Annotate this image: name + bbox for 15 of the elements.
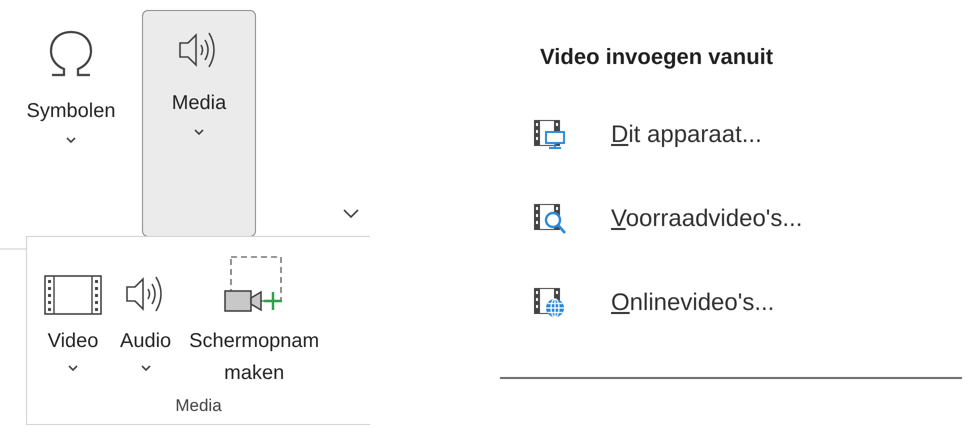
menu-heading: Video invoegen vanuit	[540, 43, 774, 71]
video-button[interactable]: Video	[44, 255, 102, 371]
media-button[interactable]: Media	[142, 10, 256, 237]
chevron-icon[interactable]	[342, 207, 360, 219]
screen-recording-icon	[224, 255, 284, 315]
audio-button[interactable]: Audio	[120, 255, 172, 371]
symbols-button[interactable]: Symbolen	[14, 10, 128, 237]
film-magnifier-icon	[533, 203, 567, 235]
film-monitor-icon	[533, 119, 567, 151]
film-globe-icon	[533, 287, 567, 319]
film-strip-icon	[44, 275, 102, 315]
group-label: Media	[175, 394, 222, 416]
menu-item[interactable]: Onlinevideo's...	[533, 285, 863, 321]
menu-item[interactable]: Dit apparaat...	[533, 117, 863, 153]
menu-item[interactable]: Voorraadvideo's...	[533, 201, 863, 237]
